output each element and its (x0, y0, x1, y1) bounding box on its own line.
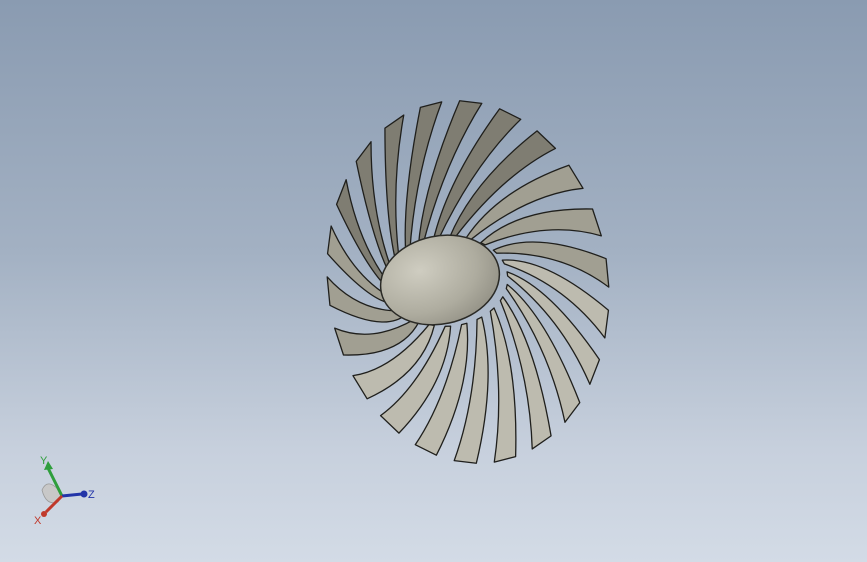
z-axis-label: Z (88, 489, 95, 501)
z-axis-tip (80, 490, 88, 498)
graphics-viewport[interactable]: Y Z X (0, 0, 867, 562)
x-axis-tip (41, 511, 47, 517)
axis-triad: Y Z X (34, 455, 95, 527)
fan-blade (384, 114, 405, 268)
z-axis-line (61, 492, 83, 498)
x-axis-label: X (34, 515, 42, 527)
fan-model[interactable] (0, 0, 867, 562)
y-axis-label: Y (40, 455, 48, 467)
